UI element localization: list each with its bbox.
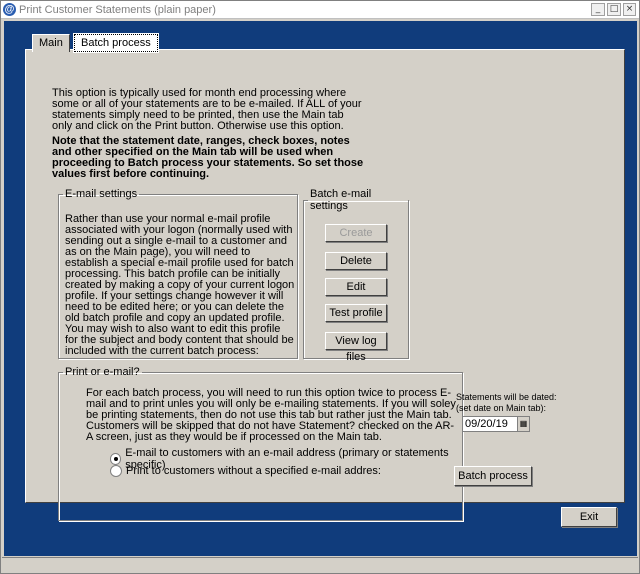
exit-button[interactable]: Exit — [561, 507, 617, 527]
radio-email-indicator[interactable] — [110, 453, 122, 465]
batch-email-settings-legend: Batch e-mail settings — [310, 188, 372, 212]
test-profile-button[interactable]: Test profile — [325, 304, 387, 322]
intro-text: This option is typically used for month … — [52, 87, 362, 132]
delete-button[interactable]: Delete — [325, 252, 387, 270]
print-or-email-text: For each batch process, you will need to… — [86, 387, 456, 443]
statement-date-label: Statements will be dated: — [456, 392, 557, 402]
radio-print-indicator[interactable] — [110, 465, 122, 477]
note-text: Note that the statement date, ranges, ch… — [52, 135, 364, 180]
print-or-email-legend: Print or e-mail? — [65, 366, 140, 378]
email-settings-legend: E-mail settings — [65, 188, 138, 200]
view-log-files-button[interactable]: View log files — [325, 332, 387, 363]
radio-print-label: Print to customers without a specified e… — [126, 465, 381, 477]
create-button[interactable]: Create — [325, 224, 387, 242]
print-or-email-group: Print or e-mail? For each batch process,… — [58, 366, 463, 521]
maximize-button[interactable]: □ — [607, 3, 621, 16]
statement-date-caption: Statements will be dated: (set date on M… — [456, 392, 596, 414]
email-settings-text: Rather than use your normal e-mail profi… — [65, 213, 295, 357]
statement-date-sublabel: (set date on Main tab): — [456, 403, 547, 413]
main-window: @ Print Customer Statements (plain paper… — [0, 0, 640, 574]
tab-batch-process[interactable]: Batch process — [73, 33, 159, 53]
calendar-icon[interactable]: ▦ — [517, 417, 529, 431]
app-icon: @ — [3, 3, 16, 16]
statement-date-field[interactable]: 09/20/19 ▦ — [462, 416, 530, 432]
batch-email-settings-group: Batch e-mail settings Create Delete Edit… — [303, 188, 409, 363]
statement-date-value: 09/20/19 — [465, 418, 508, 430]
title-bar: @ Print Customer Statements (plain paper… — [1, 1, 639, 19]
batch-process-button[interactable]: Batch process — [454, 466, 532, 486]
email-settings-group: E-mail settings Rather than use your nor… — [58, 188, 298, 359]
close-button[interactable]: × — [623, 3, 636, 16]
edit-button[interactable]: Edit — [325, 278, 387, 296]
window-title: Print Customer Statements (plain paper) — [19, 4, 216, 16]
tab-panel-batch-process: Main Batch process This option is typica… — [25, 33, 625, 521]
tab-main[interactable]: Main — [32, 34, 70, 52]
radio-print-option[interactable]: Print to customers without a specified e… — [110, 465, 381, 477]
status-bar — [2, 557, 638, 573]
minimize-button[interactable]: _ — [591, 3, 605, 16]
